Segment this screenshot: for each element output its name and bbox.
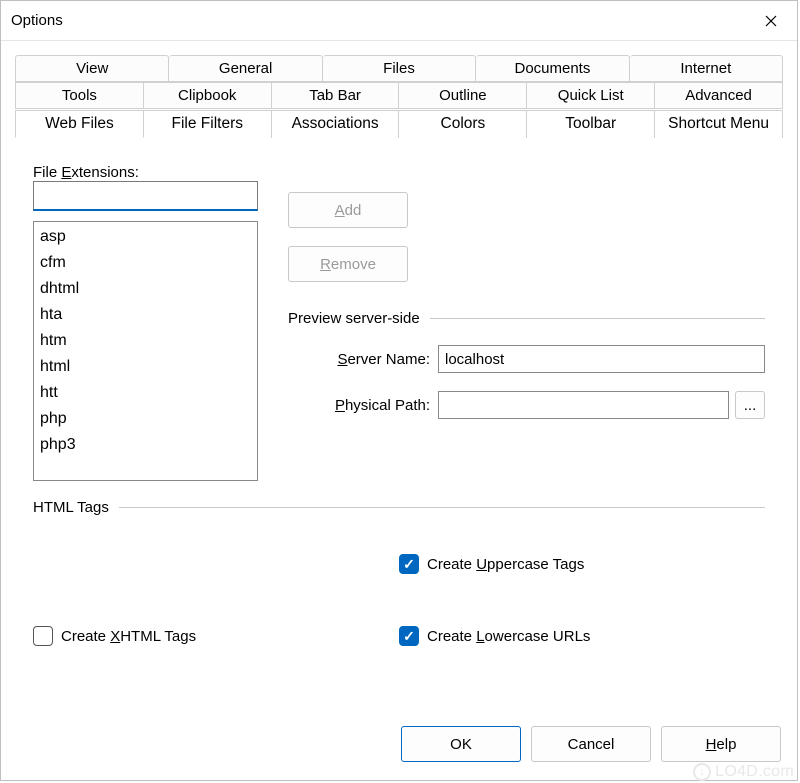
xhtml-tags-label: Create XHTML Tags [61,628,196,645]
tab-web-files[interactable]: Web Files [15,110,144,138]
uppercase-tags-row: Create Uppercase Tags [399,554,765,574]
tab-panel-web-files: File Extensions: asp cfm dhtml hta htm h… [15,138,783,712]
list-item[interactable]: htt [34,380,257,406]
tab-internet[interactable]: Internet [630,55,783,82]
titlebar: Options [1,1,797,41]
tab-tools[interactable]: Tools [15,82,144,109]
xhtml-tags-row: Create XHTML Tags [33,626,399,646]
tab-files[interactable]: Files [323,55,476,82]
close-button[interactable] [753,6,789,36]
list-item[interactable]: htm [34,328,257,354]
tab-toolbar[interactable]: Toolbar [527,110,655,138]
html-tags-label: HTML Tags [33,499,109,516]
html-tags-group: HTML Tags [33,499,765,516]
tab-row-1: View General Files Documents Internet [15,55,783,82]
list-item[interactable]: html [34,354,257,380]
extensions-listbox[interactable]: asp cfm dhtml hta htm html htt php php3 [33,221,258,481]
close-icon [765,15,777,27]
browse-path-button[interactable]: ... [735,391,765,419]
uppercase-tags-label: Create Uppercase Tags [427,556,584,573]
top-row: File Extensions: asp cfm dhtml hta htm h… [33,164,765,481]
list-item[interactable]: hta [34,302,257,328]
tab-view[interactable]: View [15,55,169,82]
list-item[interactable]: asp [34,224,257,250]
add-button[interactable]: Add [288,192,408,228]
xhtml-tags-checkbox[interactable] [33,626,53,646]
tab-associations[interactable]: Associations [272,110,400,138]
file-extensions-label: File Extensions: [33,164,258,181]
separator-line [119,507,765,508]
lowercase-urls-checkbox[interactable] [399,626,419,646]
dialog-buttons: OK Cancel Help [1,712,797,780]
remove-button[interactable]: Remove [288,246,408,282]
server-name-input[interactable] [438,345,765,373]
tab-shortcut-menu[interactable]: Shortcut Menu [655,110,783,138]
lowercase-urls-label: Create Lowercase URLs [427,628,590,645]
tab-colors[interactable]: Colors [399,110,527,138]
options-dialog: Options View General Files Documents Int… [0,0,798,781]
tab-tabbar[interactable]: Tab Bar [272,82,400,109]
tab-outline[interactable]: Outline [399,82,527,109]
tab-file-filters[interactable]: File Filters [144,110,272,138]
server-name-row: Server Name: [288,345,765,373]
physical-path-row: Physical Path: ... [288,391,765,419]
uppercase-tags-checkbox[interactable] [399,554,419,574]
help-button[interactable]: Help [661,726,781,762]
tab-quicklist[interactable]: Quick List [527,82,655,109]
content-area: View General Files Documents Internet To… [1,41,797,712]
physical-path-label: Physical Path: [288,397,438,414]
tab-general[interactable]: General [169,55,322,82]
lowercase-urls-row: Create Lowercase URLs [399,626,765,646]
cancel-button[interactable]: Cancel [531,726,651,762]
preview-group: Preview server-side [288,310,765,327]
list-item[interactable]: php [34,406,257,432]
list-item[interactable]: dhtml [34,276,257,302]
extensions-column: File Extensions: asp cfm dhtml hta htm h… [33,164,258,481]
tab-clipbook[interactable]: Clipbook [144,82,272,109]
tab-row-2: Tools Clipbook Tab Bar Outline Quick Lis… [15,82,783,109]
ok-button[interactable]: OK [401,726,521,762]
tab-row-3: Web Files File Filters Associations Colo… [15,109,783,138]
server-name-label: Server Name: [288,351,438,368]
tab-advanced[interactable]: Advanced [655,82,783,109]
window-title: Options [11,12,63,29]
list-item[interactable]: cfm [34,250,257,276]
separator-line [430,318,765,319]
right-column: Add Remove Preview server-side Server Na… [288,164,765,481]
physical-path-input[interactable] [438,391,729,419]
tab-strip: View General Files Documents Internet To… [15,55,783,138]
list-item[interactable]: php3 [34,432,257,458]
file-extensions-input[interactable] [33,181,258,211]
preview-group-label: Preview server-side [288,310,420,327]
tab-documents[interactable]: Documents [476,55,629,82]
